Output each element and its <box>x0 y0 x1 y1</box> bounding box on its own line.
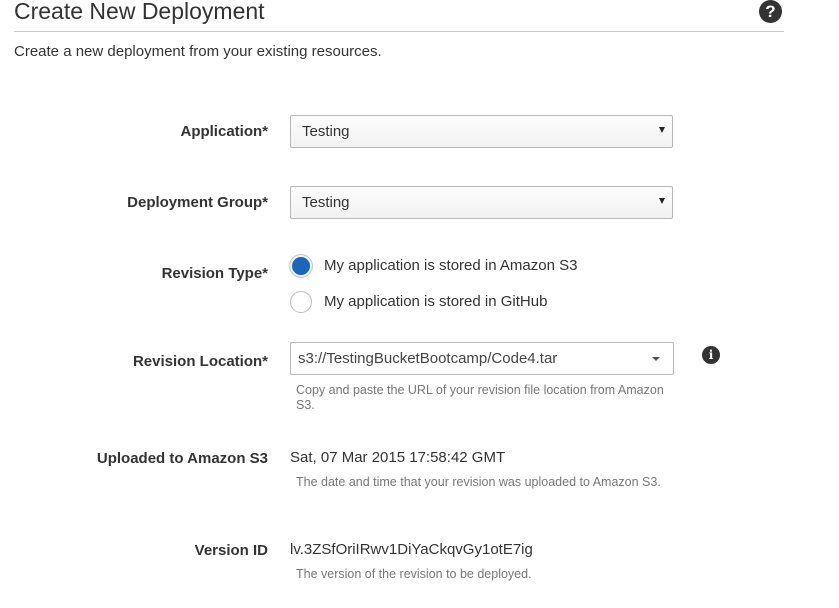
version-id-help: The version of the revision to be deploy… <box>296 567 532 581</box>
radio-option-label: My application is stored in Amazon S3 <box>324 257 578 274</box>
uploaded-label: Uploaded to Amazon S3 <box>96 450 268 467</box>
uploaded-value: Sat, 07 Mar 2015 17:58:42 GMT <box>290 449 506 466</box>
version-id-label: Version ID <box>194 542 268 559</box>
application-label: Application* <box>180 123 268 140</box>
caret-down-icon <box>659 127 665 133</box>
revision-location-help: Copy and paste the URL of your revision … <box>296 383 664 412</box>
info-circle-icon[interactable]: i <box>702 346 720 364</box>
caret-down-icon[interactable] <box>652 357 660 361</box>
revision-location-value: s3://TestingBucketBootcamp/Code4.tar <box>298 350 558 367</box>
radio-button-unchecked[interactable] <box>290 291 312 313</box>
uploaded-help: The date and time that your revision was… <box>296 475 661 489</box>
revision-type-label: Revision Type* <box>161 265 268 282</box>
application-select[interactable]: Testing <box>290 115 673 148</box>
revision-location-label: Revision Location* <box>132 353 268 370</box>
application-select-value: Testing <box>302 123 350 140</box>
deployment-group-select[interactable]: Testing <box>290 186 673 219</box>
page-subtitle: Create a new deployment from your existi… <box>14 43 382 60</box>
deployment-group-label: Deployment Group* <box>127 194 268 211</box>
radio-button-checked[interactable] <box>290 255 312 277</box>
question-circle-icon[interactable]: ? <box>759 0 782 23</box>
caret-down-icon <box>659 198 665 204</box>
page-title: Create New Deployment <box>14 0 265 24</box>
deployment-group-select-value: Testing <box>302 194 350 211</box>
version-id-value: lv.3ZSfOriIRwv1DiYaCkqvGy1otE7ig <box>290 541 533 558</box>
revision-location-input[interactable]: s3://TestingBucketBootcamp/Code4.tar <box>290 342 674 375</box>
radio-option-label: My application is stored in GitHub <box>324 293 548 310</box>
title-divider <box>14 31 784 32</box>
